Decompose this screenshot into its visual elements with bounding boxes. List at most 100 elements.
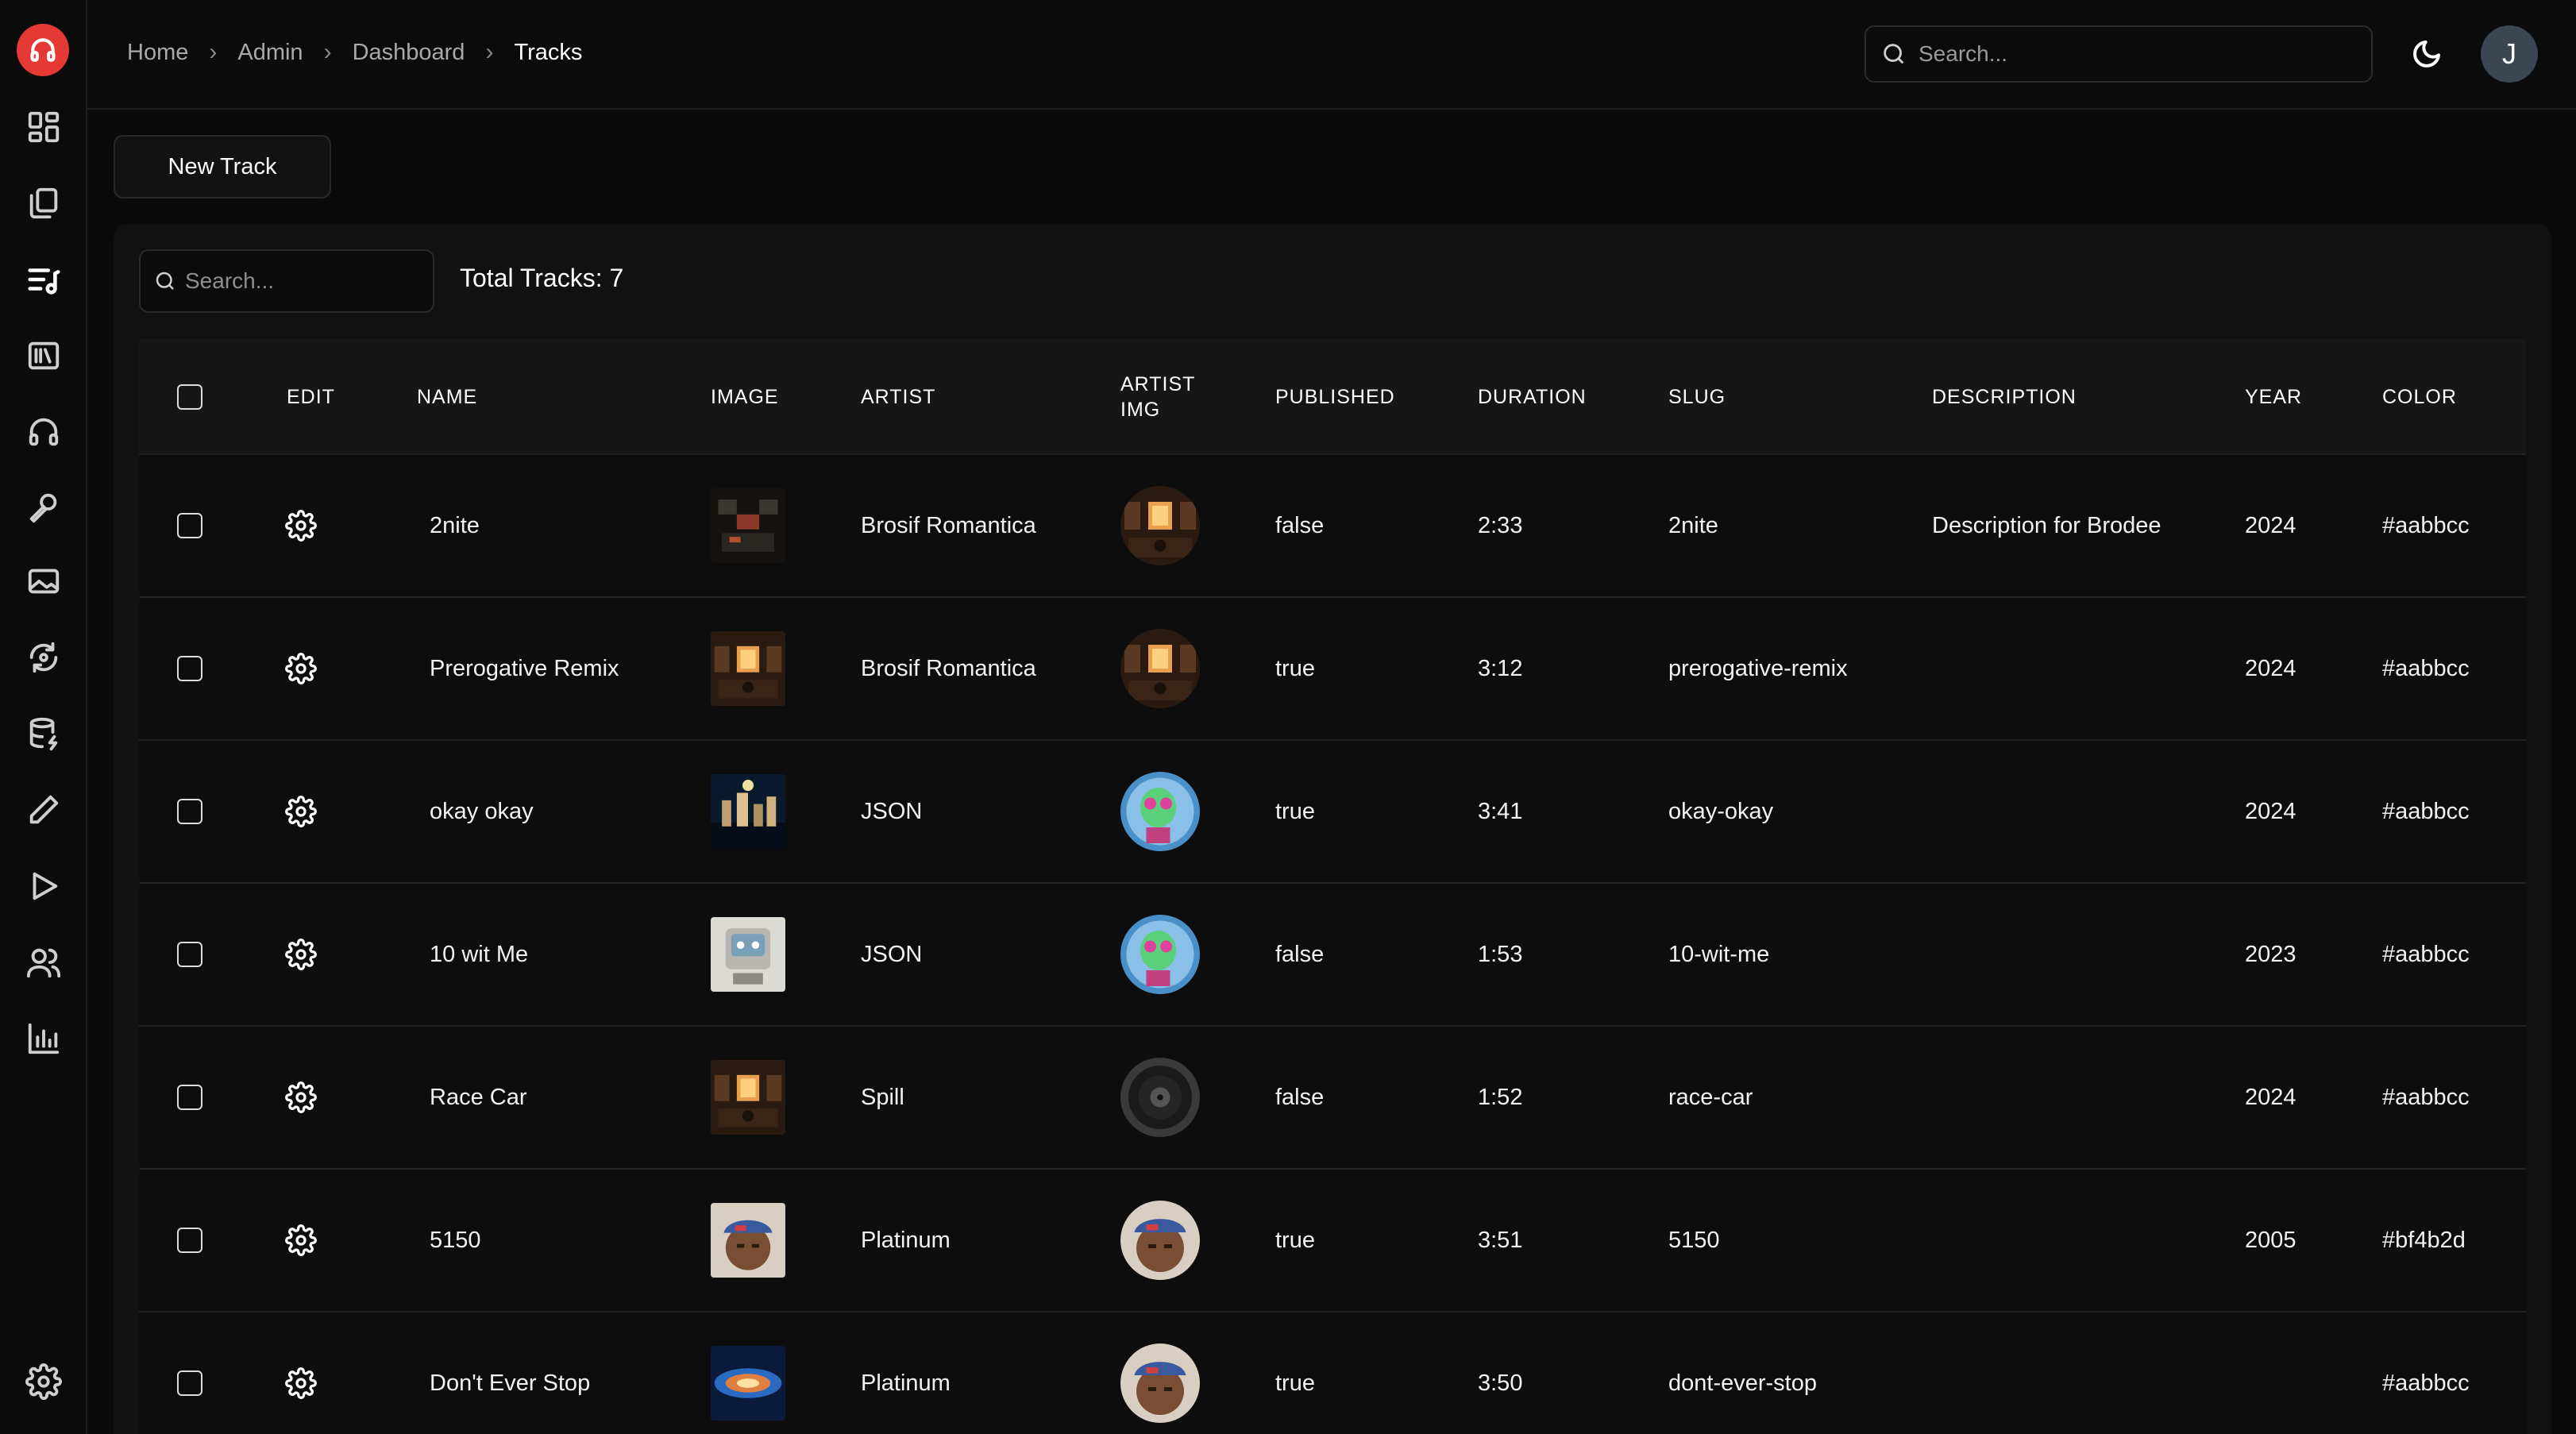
select-all-checkbox[interactable] (177, 384, 202, 410)
row-checkbox-cell (177, 884, 202, 1025)
row-checkbox-cell (177, 741, 202, 882)
play-icon[interactable] (21, 864, 66, 908)
pencil-icon[interactable] (21, 788, 66, 832)
new-track-button[interactable]: New Track (114, 135, 331, 199)
edit-gear-icon[interactable] (285, 1170, 317, 1311)
track-name: Don't Ever Stop (430, 1370, 591, 1396)
theme-toggle-button[interactable] (2403, 30, 2451, 78)
track-duration: 1:52 (1478, 1084, 1523, 1110)
row-checkbox-cell (177, 1170, 202, 1311)
track-artist: Spill (861, 1084, 904, 1110)
track-year: 2023 (2245, 941, 2296, 967)
artist-img-cell (1120, 741, 1200, 882)
track-description: Description for Brodee (1932, 512, 2161, 538)
track-image (711, 631, 785, 706)
row-checkbox[interactable] (177, 1228, 202, 1253)
table-search[interactable] (139, 249, 434, 313)
table-row[interactable]: Prerogative Remix Brosif Romantica true 3:1… (139, 598, 2526, 741)
database-icon[interactable] (21, 711, 66, 756)
edit-gear-icon[interactable] (285, 884, 317, 1025)
row-checkbox[interactable] (177, 513, 202, 538)
column-header-color[interactable]: COLOR (2382, 339, 2457, 455)
top-header: Home › Admin › Dashboard › Tracks J (87, 0, 2576, 110)
headphones-logo-icon[interactable] (17, 24, 69, 76)
edit-gear-icon[interactable] (285, 1027, 317, 1168)
app-root: Home › Admin › Dashboard › Tracks J New … (0, 0, 2576, 1434)
row-checkbox[interactable] (177, 656, 202, 681)
microphone-icon[interactable] (21, 486, 66, 530)
edit-gear-icon[interactable] (285, 455, 317, 596)
table-row[interactable]: 2nite Brosif Romantica false 2:33 2nite Descr… (139, 455, 2526, 598)
table-row[interactable]: okay okay JSON true 3:41 okay-okay 2024 #aabbc… (139, 741, 2526, 884)
table-row[interactable]: 10 wit Me JSON false 1:53 10-wit-me 2023 #aabb… (139, 884, 2526, 1027)
artist-image (1120, 486, 1200, 565)
track-slug: okay-okay (1668, 798, 1774, 824)
users-icon[interactable] (21, 940, 66, 985)
breadcrumb-tracks: Tracks (514, 39, 583, 65)
column-header-name[interactable]: NAME (417, 339, 477, 455)
artist-image (1120, 772, 1200, 851)
breadcrumb-home[interactable]: Home (127, 40, 188, 66)
row-checkbox[interactable] (177, 1085, 202, 1110)
track-artist: Platinum (861, 1227, 951, 1253)
track-year: 2024 (2245, 1084, 2296, 1110)
track-name: Race Car (430, 1084, 527, 1110)
edit-gear-icon[interactable] (285, 598, 317, 739)
global-search[interactable] (1865, 25, 2373, 83)
artist-image (1120, 1343, 1200, 1423)
breadcrumb: Home › Admin › Dashboard › Tracks (127, 37, 582, 68)
user-avatar[interactable]: J (2481, 25, 2538, 83)
track-slug: 2nite (1668, 512, 1718, 538)
chevron-right-icon: › (209, 39, 218, 65)
artist-img-cell (1120, 1313, 1200, 1434)
track-published: true (1275, 1227, 1315, 1253)
column-header-slug[interactable]: SLUG (1668, 339, 1726, 455)
artist-image (1120, 1201, 1200, 1280)
chevron-right-icon: › (323, 39, 332, 65)
dashboard-grid-icon[interactable] (21, 105, 66, 149)
artist-img-cell (1120, 455, 1200, 596)
column-header-artist-img[interactable]: ARTIST IMG (1120, 339, 1208, 455)
column-header-duration[interactable]: DURATION (1478, 339, 1587, 455)
row-checkbox[interactable] (177, 942, 202, 967)
edit-gear-icon[interactable] (285, 741, 317, 882)
track-year: 2024 (2245, 655, 2296, 681)
artist-image (1120, 915, 1200, 994)
table-search-input[interactable] (185, 268, 423, 294)
library-icon[interactable] (21, 333, 66, 378)
table-row[interactable]: Race Car Spill false 1:52 race-car 2024 #aabbc… (139, 1027, 2526, 1170)
track-image (711, 1203, 785, 1278)
search-icon (1884, 44, 1904, 64)
headphones-icon[interactable] (21, 410, 66, 454)
image-icon[interactable] (21, 559, 66, 603)
row-checkbox[interactable] (177, 799, 202, 824)
breadcrumb-admin[interactable]: Admin (237, 40, 303, 66)
artist-image (1120, 1058, 1200, 1137)
track-image (711, 1060, 785, 1135)
column-header-image[interactable]: IMAGE (711, 339, 779, 455)
chevron-right-icon: › (485, 39, 494, 65)
column-header-edit[interactable]: EDIT (287, 339, 335, 455)
column-header-published[interactable]: PUBLISHED (1275, 339, 1395, 455)
row-checkbox[interactable] (177, 1370, 202, 1396)
table-row[interactable]: 5150 Platinum true 3:51 5150 2005 #bf4b2d (139, 1170, 2526, 1313)
track-image-cell (711, 1313, 785, 1434)
copy-pages-icon[interactable] (21, 181, 66, 226)
edit-gear-icon[interactable] (285, 1313, 317, 1434)
track-artist: JSON (861, 941, 923, 967)
column-header-description[interactable]: DESCRIPTION (1932, 339, 2077, 455)
column-header-year[interactable]: YEAR (2245, 339, 2302, 455)
track-duration: 3:50 (1478, 1370, 1523, 1396)
refresh-cycle-icon[interactable] (21, 635, 66, 680)
track-published: false (1275, 941, 1325, 967)
table-row[interactable]: Don't Ever Stop Platinum true 3:50 dont-ever… (139, 1313, 2526, 1434)
track-slug: 5150 (1668, 1227, 1720, 1253)
bar-chart-icon[interactable] (21, 1016, 66, 1061)
tracks-list-music-icon[interactable] (21, 257, 66, 302)
column-header-artist[interactable]: ARTIST (861, 339, 935, 455)
track-duration: 1:53 (1478, 941, 1523, 967)
global-search-input[interactable] (1919, 41, 2347, 67)
breadcrumb-dashboard[interactable]: Dashboard (353, 40, 465, 66)
settings-gear-icon[interactable] (21, 1359, 66, 1404)
track-color: #aabbcc (2382, 512, 2470, 538)
